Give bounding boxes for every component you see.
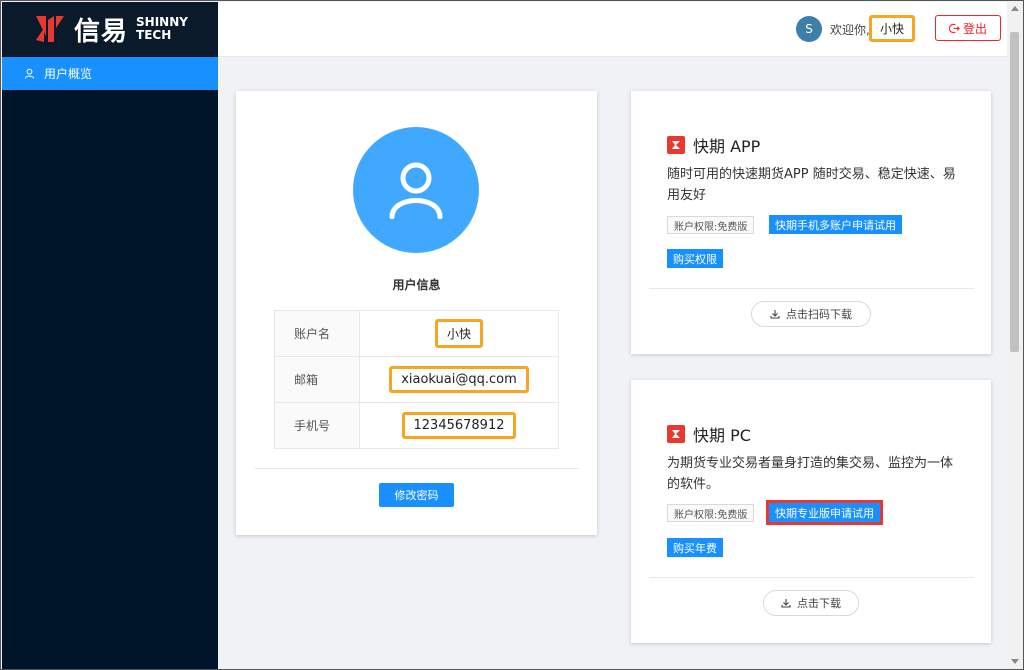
pc-title: 快期 PC [667,422,751,446]
header-username[interactable]: 小快 [869,15,916,42]
app-buy-button[interactable]: 购买权限 [667,249,723,268]
scroll-up-arrow-icon[interactable] [1011,6,1019,11]
app-permission-tag: 账户权限:免费版 [667,216,755,234]
account-name-value: 小快 [434,319,483,348]
email-cell: xiaokuai@qq.com [359,356,559,403]
pc-trial-button[interactable]: 快期专业版申请试用 [766,500,883,525]
app-window: 信易 SHINNY TECH 用户概览 S 欢迎你, 小快 登出 用户信息 账户… [0,0,1024,670]
logout-label: 登出 [962,21,987,36]
scroll-thumb[interactable] [1010,32,1019,352]
user-info-table: 账户名 小快 邮箱 xiaokuai@qq.com 手机号 1234567891… [274,310,559,449]
phone-label: 手机号 [274,402,360,449]
app-trial-button[interactable]: 快期手机多账户申请试用 [769,215,902,234]
app-title-text: 快期 APP [693,137,761,156]
phone-cell: 12345678912 [359,402,559,449]
download-icon [781,599,791,608]
account-name-cell: 小快 [359,310,559,357]
email-value: xiaokuai@qq.com [389,366,529,393]
pc-buy-button[interactable]: 购买年费 [667,538,723,557]
brand-en-line1: SHINNY [136,15,188,29]
user-avatar-icon [389,162,443,219]
pc-title-text: 快期 PC [693,426,751,445]
scroll-down-arrow-icon[interactable] [1011,659,1019,664]
logout-button[interactable]: 登出 [935,15,1001,41]
welcome-text: 欢迎你, [830,23,870,37]
app-download-button[interactable]: 点击扫码下载 [751,301,871,327]
app-product-card: 快期 APP 随时可用的快速期货APP 随时交易、稳定快速、易用友好 账户权限:… [631,91,991,354]
divider [254,468,579,469]
download-icon [770,310,780,319]
sidebar-item-user-overview[interactable]: 用户概览 [2,57,218,90]
email-label: 邮箱 [274,356,360,403]
pc-product-card: 快期 PC 为期货专业交易者量身打造的集交易、监控为一体的软件。 账户权限:免费… [631,380,991,643]
user-info-card: 用户信息 账户名 小快 邮箱 xiaokuai@qq.com 手机号 12345… [236,91,597,535]
change-password-button[interactable]: 修改密码 [379,483,454,507]
shinny-logo-icon [36,16,64,42]
app-title: 快期 APP [667,133,760,157]
logout-icon [948,23,960,33]
page-scrollbar[interactable] [1007,2,1022,669]
account-name-label: 账户名 [274,310,360,357]
pc-description: 为期货专业交易者量身打造的集交易、监控为一体的软件。 [667,456,954,492]
kuaiqi-logo-icon [667,425,685,443]
top-header: S 欢迎你, 小快 登出 [218,2,1008,57]
logo: 信易 SHINNY TECH [2,2,218,56]
table-row: 账户名 小快 [274,310,559,357]
sidebar: 信易 SHINNY TECH 用户概览 [2,2,218,669]
table-row: 邮箱 xiaokuai@qq.com [274,356,559,403]
brand-name-cn: 信易 [74,16,129,47]
pc-download-button[interactable]: 点击下载 [763,590,859,616]
kuaiqi-logo-icon [667,136,685,154]
app-download-label: 点击扫码下载 [786,308,852,321]
sidebar-item-label: 用户概览 [44,67,93,81]
pc-download-label: 点击下载 [797,597,841,610]
pc-permission-tag: 账户权限:免费版 [667,504,755,522]
brand-name-en: SHINNY TECH [136,16,188,42]
divider [649,288,974,289]
user-avatar [353,127,479,253]
table-row: 手机号 12345678912 [274,402,559,449]
divider [649,577,974,578]
brand-en-line2: TECH [136,28,172,42]
phone-value: 12345678912 [401,412,517,439]
app-description: 随时可用的快速期货APP 随时交易、稳定快速、易用友好 [667,167,956,203]
avatar[interactable]: S [796,16,822,42]
user-info-title: 用户信息 [392,278,441,292]
user-icon [24,68,35,79]
